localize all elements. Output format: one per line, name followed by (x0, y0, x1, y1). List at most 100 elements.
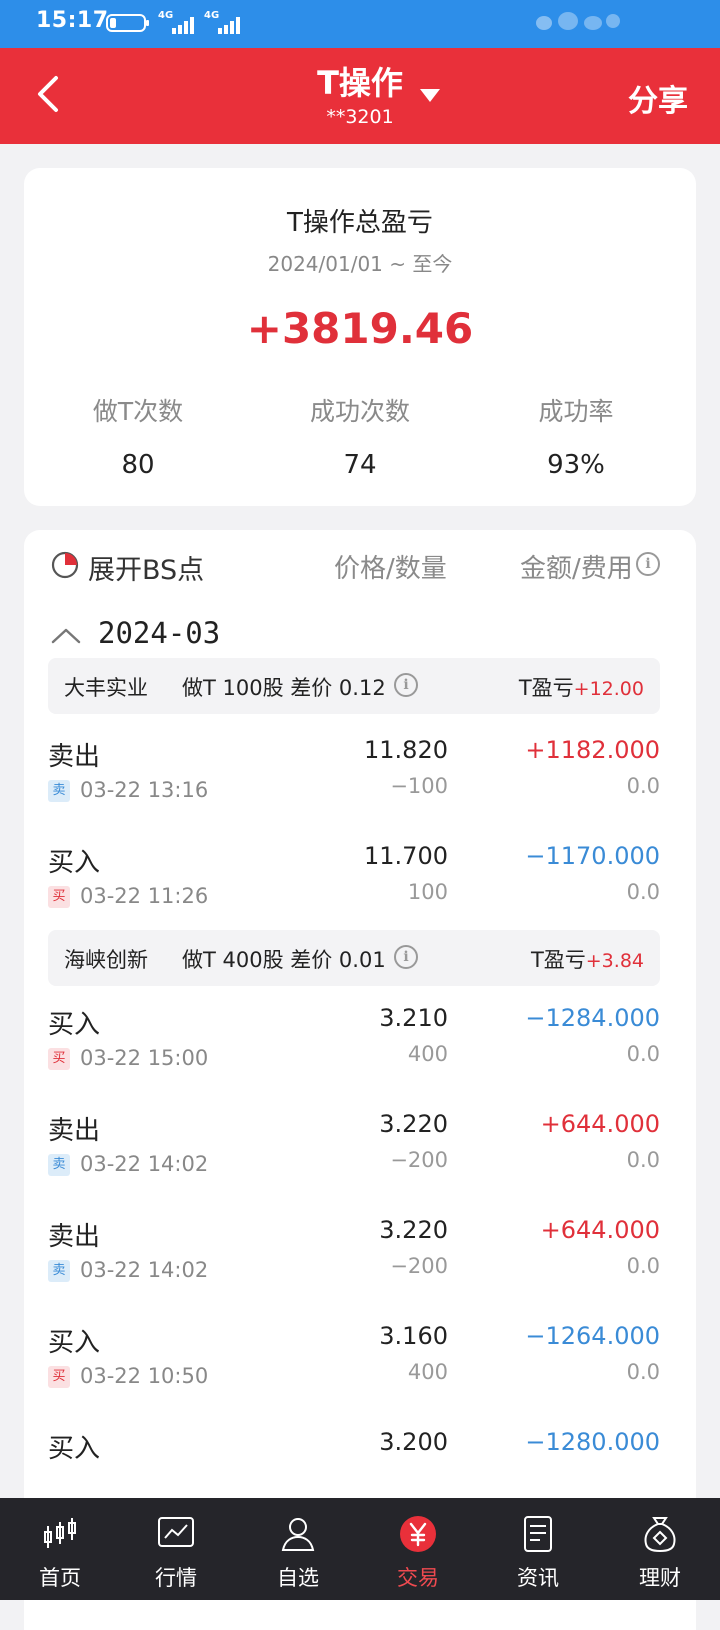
trade-side: 卖出 (48, 742, 101, 772)
trade-amount: −1280.000 (525, 1428, 660, 1456)
chevron-up-icon[interactable] (50, 626, 82, 646)
group-desc: 做T 100股 差价 0.12 (182, 676, 386, 700)
column-header-price-qty: 价格/数量 (334, 554, 447, 584)
expand-bs-points[interactable]: 展开BS点 (88, 548, 204, 587)
trade-side: 买入 (48, 1434, 101, 1464)
signal-icon: 4G (158, 10, 202, 36)
stock-name: 海峡创新 (64, 948, 148, 972)
trade-row[interactable]: 卖出 卖 03-22 14:02 3.220 −200 +644.000 0.0 (48, 1216, 660, 1316)
trade-row[interactable]: 买入 买 03-22 11:26 11.700 100 −1170.000 0.… (48, 842, 660, 942)
tab-trade[interactable]: 交易 (358, 1498, 478, 1600)
stock-name: 大丰实业 (64, 676, 148, 700)
stat-success-count: 成功次数 74 (248, 392, 472, 480)
account-number: **3201 (326, 106, 394, 128)
trade-fee: 0.0 (626, 1360, 660, 1384)
stat-label: 做T次数 (92, 397, 184, 426)
info-icon[interactable]: i (394, 673, 418, 697)
account-switcher[interactable]: T操作 (0, 58, 720, 104)
candlestick-icon (44, 1518, 76, 1548)
tab-label: 自选 (277, 1566, 319, 1590)
trade-time: 03-22 11:26 (80, 884, 209, 908)
trade-side: 买入 (48, 1010, 101, 1040)
trade-side: 买入 (48, 1328, 101, 1358)
info-icon[interactable]: i (394, 945, 418, 969)
stat-value: 80 (121, 450, 155, 480)
stock-group-header[interactable]: 大丰实业 做T 100股 差价 0.12 i T盈亏+12.00 (48, 658, 660, 714)
tab-label: 资讯 (517, 1566, 559, 1590)
notification-icons (532, 10, 622, 36)
trade-price: 3.210 (379, 1004, 448, 1032)
sell-tag: 卖 (48, 780, 70, 802)
trade-price: 3.220 (379, 1110, 448, 1138)
trade-time: 03-22 13:16 (80, 778, 209, 802)
trade-side: 卖出 (48, 1116, 101, 1146)
caret-down-icon[interactable] (418, 86, 442, 104)
status-bar: 15:17 4G 4G (0, 0, 720, 48)
trade-fee: 0.0 (626, 880, 660, 904)
trade-price: 3.160 (379, 1322, 448, 1350)
trade-detail-card: 展开BS点 价格/数量 金额/费用 i 2024-03 大丰实业 做T 100股… (24, 530, 696, 1630)
tab-watchlist[interactable]: 自选 (238, 1498, 358, 1600)
trade-qty: 100 (407, 880, 448, 904)
tab-wealth[interactable]: 理财 (600, 1498, 720, 1600)
summary-card: T操作总盈亏 2024/01/01 ~ 至今 +3819.46 做T次数 80 … (24, 168, 696, 506)
trade-price: 11.820 (364, 736, 448, 764)
tab-label: 首页 (39, 1566, 81, 1590)
group-desc: 做T 400股 差价 0.01 (182, 948, 386, 972)
total-pnl: +3819.46 (246, 304, 474, 353)
signal-icon-2: 4G (204, 10, 248, 36)
status-time: 15:17 (36, 8, 109, 33)
tab-home[interactable]: 首页 (0, 1498, 120, 1600)
trade-fee: 0.0 (626, 1042, 660, 1066)
trade-qty: −100 (390, 774, 448, 798)
trade-row[interactable]: 卖出 卖 03-22 13:16 11.820 −100 +1182.000 0… (48, 736, 660, 836)
trade-qty: 400 (407, 1042, 448, 1066)
summary-title: T操作总盈亏 (287, 208, 433, 238)
trade-fee: 0.0 (626, 1148, 660, 1172)
trade-row[interactable]: 买入 买 03-22 10:50 3.160 400 −1264.000 0.0 (48, 1322, 660, 1422)
page-title: T操作 (317, 64, 403, 102)
trade-price: 3.220 (379, 1216, 448, 1244)
trade-time: 03-22 15:00 (80, 1046, 209, 1070)
trade-amount: +1182.000 (525, 736, 660, 764)
sell-tag: 卖 (48, 1260, 70, 1282)
stat-label: 成功率 (538, 397, 614, 426)
tab-label: 交易 (397, 1566, 439, 1590)
bottom-tab-bar: 首页 行情 自选 交易 资讯 理财 (0, 1498, 720, 1600)
buy-tag: 买 (48, 1048, 70, 1070)
trade-row[interactable]: 买入 买 03-22 15:00 3.210 400 −1284.000 0.0 (48, 1004, 660, 1104)
trade-row[interactable]: 卖出 卖 03-22 14:02 3.220 −200 +644.000 0.0 (48, 1110, 660, 1210)
month-header[interactable]: 2024-03 (98, 616, 220, 650)
person-icon (281, 1518, 315, 1551)
trade-time: 03-22 10:50 (80, 1364, 209, 1388)
pie-chart-icon[interactable] (50, 550, 80, 580)
trade-qty: −200 (390, 1254, 448, 1278)
chart-line-icon (158, 1517, 194, 1547)
yen-coin-icon (400, 1516, 436, 1552)
column-header-amount-fee: 金额/费用 (520, 554, 633, 584)
stat-value: 93% (547, 450, 605, 480)
sell-tag: 卖 (48, 1154, 70, 1176)
tab-market[interactable]: 行情 (116, 1498, 236, 1600)
trade-side: 买入 (48, 848, 101, 878)
tab-label: 理财 (639, 1566, 681, 1590)
battery-icon (106, 14, 149, 32)
share-button[interactable]: 分享 (628, 76, 688, 120)
trade-amount: −1264.000 (525, 1322, 660, 1350)
trade-fee: 0.0 (626, 774, 660, 798)
stat-success-rate: 成功率 93% (464, 392, 688, 480)
top-navbar: T操作 **3201 分享 (0, 48, 720, 144)
trade-time: 03-22 14:02 (80, 1258, 209, 1282)
trade-amount: +644.000 (540, 1110, 660, 1138)
trade-side: 卖出 (48, 1222, 101, 1252)
stock-group-header[interactable]: 海峡创新 做T 400股 差价 0.01 i T盈亏+3.84 (48, 930, 660, 986)
money-bag-icon (644, 1517, 676, 1553)
tab-news[interactable]: 资讯 (478, 1498, 598, 1600)
trade-qty: 400 (407, 1360, 448, 1384)
stat-value: 74 (343, 450, 377, 480)
trade-price: 11.700 (364, 842, 448, 870)
trade-amount: −1170.000 (525, 842, 660, 870)
info-icon[interactable]: i (636, 552, 660, 576)
trade-time: 03-22 14:02 (80, 1152, 209, 1176)
group-pnl: T盈亏+3.84 (530, 948, 644, 972)
